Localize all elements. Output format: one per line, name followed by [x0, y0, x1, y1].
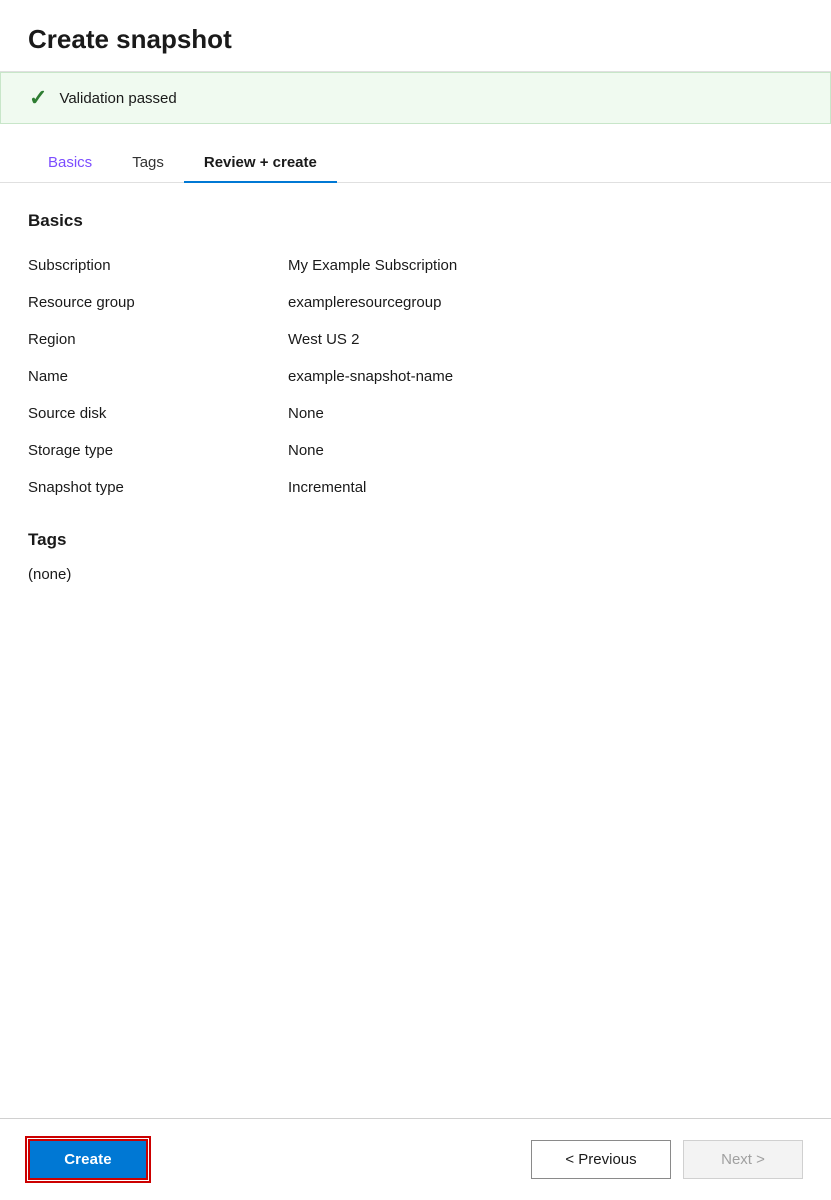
label-region: Region [28, 331, 288, 348]
previous-button[interactable]: < Previous [531, 1140, 671, 1179]
field-region: Region West US 2 [28, 321, 803, 358]
field-source-disk: Source disk None [28, 395, 803, 432]
field-snapshot-type: Snapshot type Incremental [28, 469, 803, 506]
label-subscription: Subscription [28, 257, 288, 274]
field-storage-type: Storage type None [28, 432, 803, 469]
value-snapshot-type: Incremental [288, 479, 803, 496]
field-name: Name example-snapshot-name [28, 358, 803, 395]
value-resource-group: exampleresourcegroup [288, 294, 803, 311]
main-content: Basics Subscription My Example Subscript… [0, 183, 831, 1118]
footer: Create < Previous Next > [0, 1118, 831, 1200]
next-button: Next > [683, 1140, 803, 1179]
label-snapshot-type: Snapshot type [28, 479, 288, 496]
tabs-container: Basics Tags Review + create [0, 124, 831, 183]
tab-tags[interactable]: Tags [112, 144, 184, 183]
value-region: West US 2 [288, 331, 803, 348]
value-name: example-snapshot-name [288, 368, 803, 385]
label-name: Name [28, 368, 288, 385]
value-source-disk: None [288, 405, 803, 422]
value-storage-type: None [288, 442, 803, 459]
tab-review-create[interactable]: Review + create [184, 144, 337, 183]
validation-banner: ✓ Validation passed [0, 72, 831, 124]
label-resource-group: Resource group [28, 294, 288, 311]
tab-basics[interactable]: Basics [28, 144, 112, 183]
basics-section: Basics Subscription My Example Subscript… [28, 211, 803, 506]
check-icon: ✓ [29, 87, 47, 109]
create-button[interactable]: Create [28, 1139, 148, 1180]
label-storage-type: Storage type [28, 442, 288, 459]
validation-text: Validation passed [59, 90, 176, 107]
tags-none-value: (none) [28, 566, 803, 583]
value-subscription: My Example Subscription [288, 257, 803, 274]
label-source-disk: Source disk [28, 405, 288, 422]
field-resource-group: Resource group exampleresourcegroup [28, 284, 803, 321]
basics-section-title: Basics [28, 211, 803, 231]
page-container: Create snapshot ✓ Validation passed Basi… [0, 0, 831, 1200]
page-header: Create snapshot [0, 0, 831, 72]
tags-section: Tags (none) [28, 530, 803, 583]
tags-section-title: Tags [28, 530, 803, 550]
field-subscription: Subscription My Example Subscription [28, 247, 803, 284]
page-title: Create snapshot [28, 24, 803, 55]
